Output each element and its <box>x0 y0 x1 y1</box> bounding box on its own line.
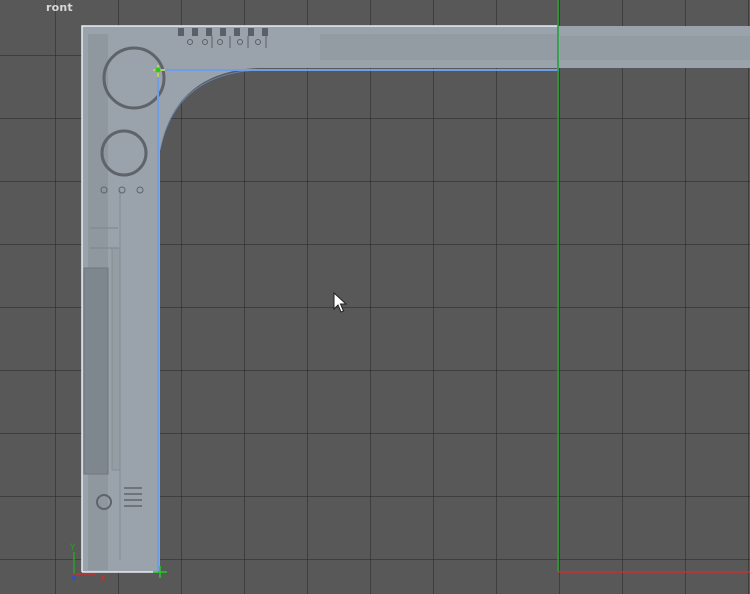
front-viewport[interactable]: ront Y X <box>0 0 750 594</box>
model-l-shape[interactable] <box>82 26 750 572</box>
scene-canvas[interactable]: Y X <box>0 0 750 594</box>
model-detail-strip <box>111 247 121 471</box>
mouse-pointer-icon <box>333 292 347 313</box>
gizmo-x-label: X <box>100 574 106 584</box>
model-slot <box>83 267 109 475</box>
gizmo-y-label: Y <box>69 543 76 553</box>
selection-outline[interactable] <box>157 26 559 572</box>
